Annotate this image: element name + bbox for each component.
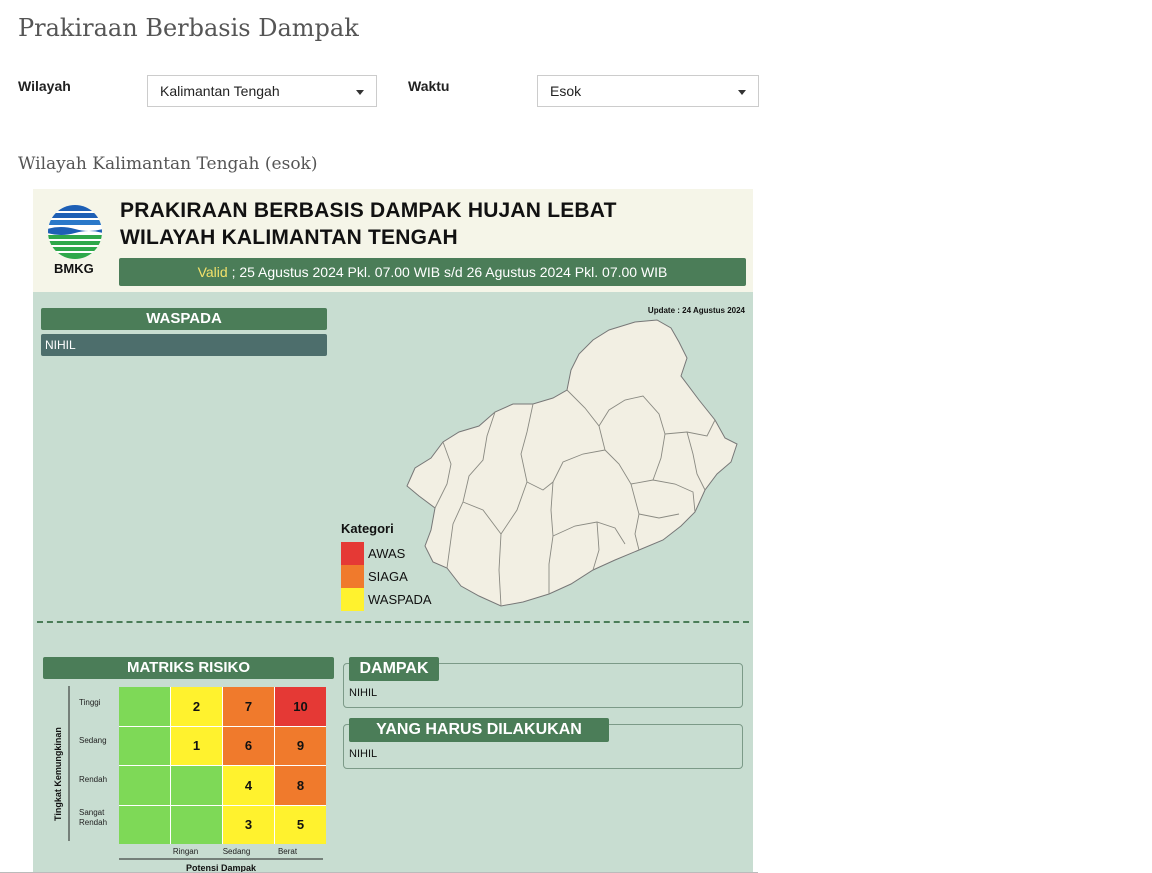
- dampak-value: NIHIL: [349, 687, 378, 699]
- matrix-cell: 1: [171, 726, 222, 765]
- time-select[interactable]: Esok: [537, 75, 759, 107]
- todo-value: NIHIL: [349, 748, 378, 760]
- matrix-row-label: Sangat Rendah: [79, 808, 108, 827]
- matrix-cell: [119, 766, 170, 805]
- matrix-row-label: Rendah: [79, 775, 108, 784]
- kalimantan-tengah-map: [406, 319, 738, 607]
- matrix-cell: [171, 766, 222, 805]
- legend-label-siaga: SIAGA: [368, 569, 408, 584]
- matrix-col-label: Ringan: [172, 847, 199, 856]
- region-label: Wilayah: [18, 78, 71, 94]
- region-select[interactable]: Kalimantan Tengah: [147, 75, 377, 107]
- matrix-cell: [119, 726, 170, 765]
- matrix-cell: 4: [223, 766, 274, 805]
- forecast-poster: BMKG PRAKIRAAN BERBASIS DAMPAK HUJAN LEB…: [33, 189, 753, 873]
- risk-matrix: 2 7 10 1 6 9 4 8 3 5: [119, 687, 326, 844]
- matrix-row-label: Tinggi: [79, 698, 101, 707]
- legend-label-waspada: WASPADA: [368, 592, 432, 607]
- time-label: Waktu: [408, 78, 450, 94]
- chevron-down-icon: [356, 90, 364, 95]
- matrix-cell: [119, 805, 170, 844]
- matrix-cell: 2: [171, 687, 222, 726]
- matrix-cell: 3: [223, 805, 274, 844]
- time-select-value: Esok: [550, 83, 582, 99]
- matrix-cell: 6: [223, 726, 274, 765]
- matrix-cell: 7: [223, 687, 274, 726]
- matrix-col-label: Sedang: [222, 847, 251, 856]
- todo-header: YANG HARUS DILAKUKAN: [349, 718, 609, 742]
- matrix-cell: 9: [275, 726, 326, 765]
- legend-item-waspada: WASPADA: [341, 588, 432, 611]
- page-title: Prakiraan Berbasis Dampak: [18, 14, 359, 42]
- legend-label-awas: AWAS: [368, 546, 406, 561]
- matrix-col-label: Berat: [277, 847, 298, 856]
- region-select-value: Kalimantan Tengah: [160, 83, 280, 99]
- chevron-down-icon: [738, 90, 746, 95]
- matrix-cell: 8: [275, 766, 326, 805]
- dampak-header: DAMPAK: [349, 657, 439, 681]
- matrix-y-title: Tingkat Kemungkinan: [53, 727, 63, 821]
- matrix-cell: [119, 687, 170, 726]
- matrix-cell: 10: [275, 687, 326, 726]
- matrix-cell: 5: [275, 805, 326, 844]
- section-title: Wilayah Kalimantan Tengah (esok): [18, 154, 318, 174]
- matrix-cell: [171, 805, 222, 844]
- matrix-row-label: Sedang: [79, 736, 107, 745]
